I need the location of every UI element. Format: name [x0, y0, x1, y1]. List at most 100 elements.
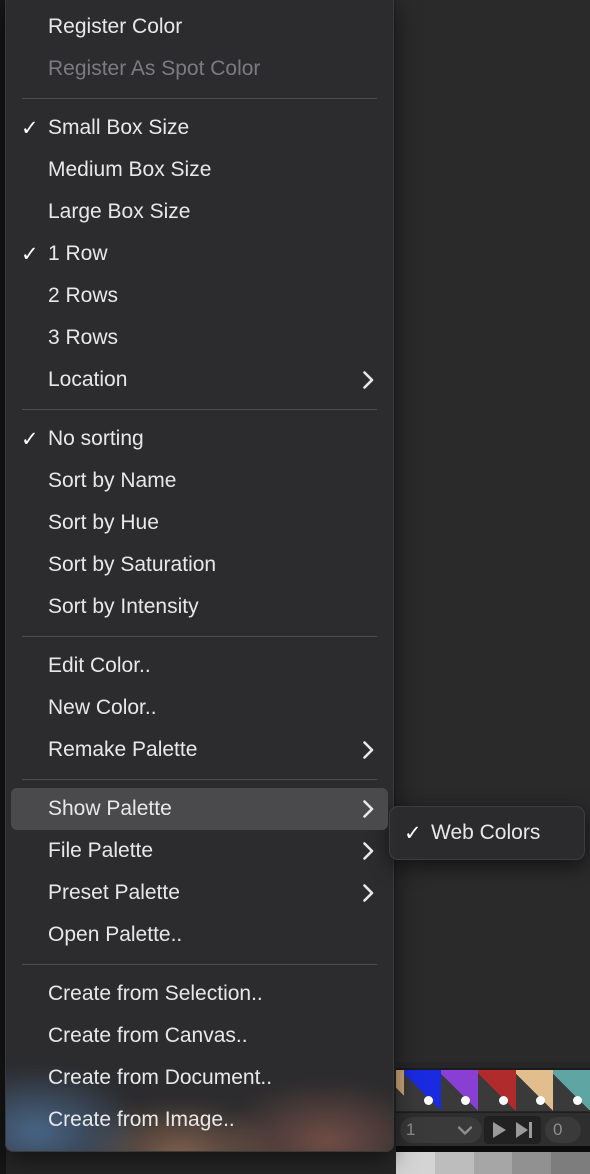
menu-item-label: Medium Box Size [48, 158, 212, 181]
next-frame-icon[interactable] [516, 1122, 532, 1138]
grayscale-ramp-strip[interactable] [396, 1152, 590, 1174]
grayscale-swatch[interactable] [473, 1152, 513, 1174]
menu-item-label: Sort by Intensity [48, 595, 199, 618]
checkmark-icon: ✓ [21, 242, 39, 266]
swatch-corner [515, 1070, 553, 1111]
menu-item-open-palette[interactable]: Open Palette.. [11, 914, 388, 956]
swatch-indicator-dot [573, 1096, 583, 1105]
menu-item-sort-by-hue[interactable]: Sort by Hue [11, 502, 388, 544]
menu-item-web-colors[interactable]: ✓ Web Colors [394, 811, 580, 855]
menu-item-label: Create from Document.. [48, 1066, 273, 1089]
menu-item-label: Create from Image.. [48, 1108, 235, 1131]
menu-item-label: Edit Color.. [48, 654, 151, 677]
menu-item-show-palette[interactable]: Show Palette [11, 788, 388, 830]
menu-item-1-row[interactable]: ✓ 1 Row [11, 233, 388, 275]
menu-separator [22, 779, 377, 780]
screenshot-root: 1 0 Register Color Register As Spot Color… [0, 0, 590, 1174]
menu-item-small-box-size[interactable]: ✓ Small Box Size [11, 107, 388, 149]
frame-number-field[interactable]: 1 [400, 1117, 482, 1143]
chevron-right-icon [363, 884, 374, 902]
menu-item-label: 2 Rows [48, 284, 119, 307]
swatch-corner [441, 1070, 479, 1111]
color-swatch[interactable] [515, 1070, 553, 1111]
menu-item-label: 1 Row [48, 242, 108, 265]
checkmark-icon: ✓ [21, 427, 39, 451]
menu-item-register-color[interactable]: Register Color [11, 6, 388, 48]
menu-item-create-from-canvas[interactable]: Create from Canvas.. [11, 1015, 388, 1057]
menu-item-location[interactable]: Location [11, 359, 388, 401]
swatch-corner [404, 1070, 442, 1111]
menu-item-label: Create from Selection.. [48, 982, 263, 1005]
grayscale-swatch[interactable] [512, 1152, 552, 1174]
menu-item-no-sorting[interactable]: ✓ No sorting [11, 418, 388, 460]
right-panel-background [396, 0, 590, 1062]
color-swatch[interactable] [478, 1070, 516, 1111]
menu-item-sort-by-intensity[interactable]: Sort by Intensity [11, 586, 388, 628]
transport-controls [484, 1116, 541, 1144]
play-icon[interactable] [493, 1122, 506, 1138]
swatch-indicator-dot [535, 1096, 545, 1105]
color-swatch-strip[interactable] [396, 1068, 590, 1111]
menu-separator [22, 636, 377, 637]
menu-item-label: Show Palette [48, 797, 172, 820]
menu-item-label: No sorting [48, 427, 144, 450]
menu-item-3-rows[interactable]: 3 Rows [11, 317, 388, 359]
menu-item-label: Open Palette.. [48, 923, 183, 946]
menu-item-2-rows[interactable]: 2 Rows [11, 275, 388, 317]
menu-item-label: Create from Canvas.. [48, 1024, 248, 1047]
menu-item-medium-box-size[interactable]: Medium Box Size [11, 149, 388, 191]
menu-item-create-from-selection[interactable]: Create from Selection.. [11, 973, 388, 1015]
menu-item-new-color[interactable]: New Color.. [11, 687, 388, 729]
swatch-corner [478, 1070, 516, 1111]
checkmark-icon: ✓ [404, 821, 422, 845]
grayscale-swatch[interactable] [434, 1152, 474, 1174]
frame-count-field[interactable]: 0 [545, 1117, 581, 1143]
menu-item-label: Sort by Saturation [48, 553, 217, 576]
menu-item-label: Register As Spot Color [48, 57, 261, 80]
swatch-corner [396, 1070, 404, 1111]
menu-item-preset-palette[interactable]: Preset Palette [11, 872, 388, 914]
menu-item-label: New Color.. [48, 696, 157, 719]
show-palette-submenu[interactable]: ✓ Web Colors [389, 806, 585, 860]
menu-item-create-from-image[interactable]: Create from Image.. [11, 1099, 388, 1141]
menu-item-large-box-size[interactable]: Large Box Size [11, 191, 388, 233]
color-swatch[interactable] [396, 1070, 404, 1111]
chevron-right-icon [363, 371, 374, 389]
color-swatch[interactable] [441, 1070, 479, 1111]
chevron-right-icon [363, 800, 374, 818]
menu-item-label: 3 Rows [48, 326, 119, 349]
menu-item-label: File Palette [48, 839, 154, 862]
color-swatch[interactable] [552, 1070, 590, 1111]
menu-separator [22, 409, 377, 410]
menu-item-edit-color[interactable]: Edit Color.. [11, 645, 388, 687]
menu-item-create-from-document[interactable]: Create from Document.. [11, 1057, 388, 1099]
menu-item-label: Sort by Hue [48, 511, 159, 534]
grayscale-swatch[interactable] [396, 1152, 435, 1174]
menu-item-label: Sort by Name [48, 469, 177, 492]
menu-item-label: Location [48, 368, 128, 391]
menu-item-file-palette[interactable]: File Palette [11, 830, 388, 872]
menu-item-label: Preset Palette [48, 881, 180, 904]
menu-item-sort-by-saturation[interactable]: Sort by Saturation [11, 544, 388, 586]
color-swatch[interactable] [404, 1070, 442, 1111]
color-palette-context-menu[interactable]: Register Color Register As Spot Color ✓ Sma… [5, 0, 394, 1152]
frame-count-value: 0 [553, 1120, 563, 1139]
chevron-down-icon [458, 1125, 472, 1135]
menu-item-sort-by-name[interactable]: Sort by Name [11, 460, 388, 502]
menu-item-register-as-spot-color: Register As Spot Color [11, 48, 388, 90]
menu-item-label: Small Box Size [48, 116, 190, 139]
swatch-corner [552, 1070, 590, 1111]
menu-item-label: Large Box Size [48, 200, 191, 223]
frame-number-value: 1 [406, 1120, 416, 1139]
menu-separator [22, 98, 377, 99]
swatch-indicator-dot [498, 1096, 508, 1105]
checkmark-icon: ✓ [21, 116, 39, 140]
menu-separator [22, 964, 377, 965]
menu-item-remake-palette[interactable]: Remake Palette [11, 729, 388, 771]
chevron-right-icon [363, 842, 374, 860]
menu-item-label: Web Colors [431, 821, 541, 844]
menu-item-label: Remake Palette [48, 738, 198, 761]
grayscale-swatch[interactable] [551, 1152, 590, 1174]
chevron-right-icon [363, 741, 374, 759]
animation-frame-bar: 1 0 [396, 1112, 590, 1147]
